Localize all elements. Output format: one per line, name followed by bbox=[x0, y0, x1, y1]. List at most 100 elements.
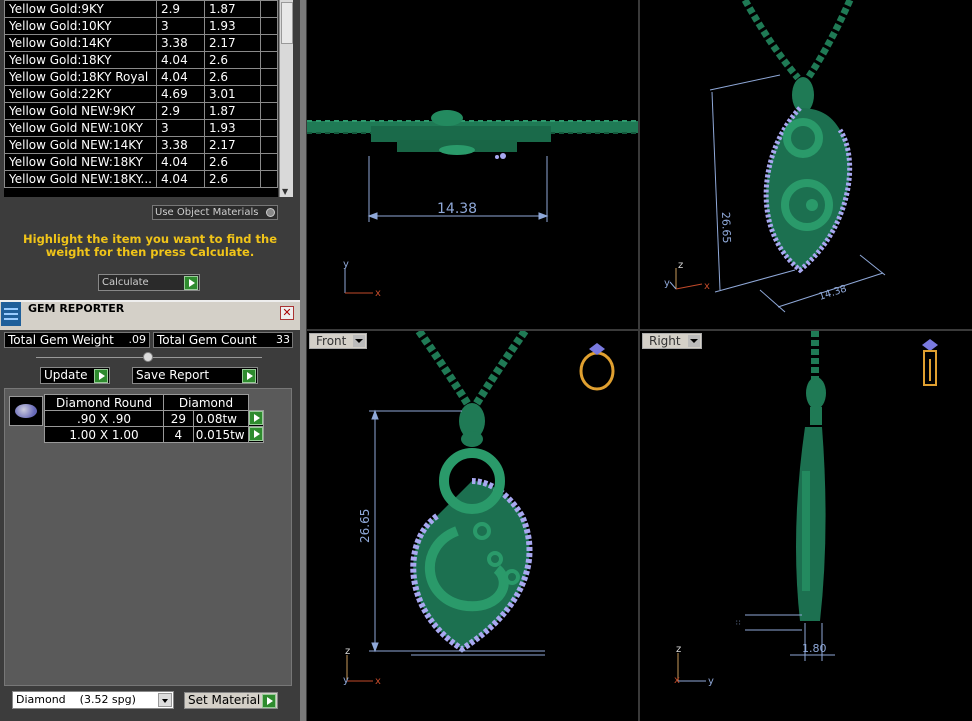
material-density: 4.04 bbox=[155, 170, 205, 188]
round-diamond-icon bbox=[9, 396, 43, 426]
viewport-right[interactable]: ∷ 1.80 z x y Right bbox=[640, 331, 972, 721]
material-name: Yellow Gold:9KY bbox=[4, 0, 157, 18]
axis-x-label: x bbox=[674, 675, 680, 686]
gem-weight: 0.015tw bbox=[192, 426, 250, 443]
top-width-dimension: 14.38 bbox=[437, 201, 477, 217]
total-gem-weight-value: .09 bbox=[116, 333, 148, 347]
right-view-canvas: ∷ 1.80 z x y bbox=[674, 331, 938, 687]
gem-material-select-value: Diamond (3.52 spg) bbox=[16, 693, 136, 706]
axis-z-label: z bbox=[678, 260, 683, 271]
material-spacer bbox=[259, 153, 278, 171]
save-report-button[interactable]: Save Report bbox=[132, 367, 258, 384]
viewport-top[interactable]: 14.38 y x bbox=[307, 0, 638, 329]
material-ratio: 1.87 bbox=[203, 102, 261, 120]
axis-x-label: x bbox=[375, 288, 381, 299]
gem-row-go-button[interactable] bbox=[248, 426, 264, 443]
axis-gizmo-xyz: z x y bbox=[664, 260, 710, 292]
set-material-label: Set Material bbox=[188, 693, 261, 707]
calculate-label: Calculate bbox=[102, 277, 149, 288]
material-row[interactable]: Yellow Gold NEW:18KY 4.04 2.6 bbox=[4, 153, 278, 171]
material-ratio: 1.93 bbox=[203, 17, 261, 35]
viewport-perspective[interactable]: 26.65 14.38 z x y bbox=[640, 0, 972, 329]
material-row[interactable]: Yellow Gold:18KY 4.04 2.6 bbox=[4, 51, 278, 69]
ring-orientation-icon bbox=[579, 343, 615, 391]
axis-y-label: y bbox=[708, 676, 714, 687]
close-icon[interactable]: ✕ bbox=[280, 306, 294, 320]
axis-gizmo-yz: z x y bbox=[674, 644, 714, 687]
material-density-table[interactable]: Yellow Gold:9KY 2.9 1.87 Yellow Gold:10KY 3 1… bbox=[4, 0, 278, 197]
chevron-down-icon[interactable] bbox=[353, 335, 366, 347]
material-ratio: 2.17 bbox=[203, 34, 261, 52]
material-name: Yellow Gold:14KY bbox=[4, 34, 157, 52]
persp-width-dimension: 14.38 bbox=[818, 284, 849, 303]
update-button[interactable]: Update bbox=[40, 367, 110, 384]
front-view-menu[interactable]: Front bbox=[309, 333, 368, 349]
right-small-dimension-mark: ∷ bbox=[736, 619, 740, 627]
persp-height-dimension: 26.65 bbox=[719, 212, 733, 244]
material-spacer bbox=[259, 170, 278, 188]
calculate-button[interactable]: Calculate bbox=[98, 274, 200, 291]
gem-row[interactable]: 1.00 X 1.00 4 0.015tw bbox=[44, 426, 264, 443]
material-spacer bbox=[259, 34, 278, 52]
material-ratio: 2.6 bbox=[203, 68, 261, 86]
material-density: 3.38 bbox=[155, 34, 205, 52]
material-spacer bbox=[259, 68, 278, 86]
material-row[interactable]: Yellow Gold NEW:18KY... 4.04 2.6 bbox=[4, 170, 278, 188]
material-row[interactable]: Yellow Gold:18KY Royal 4.04 2.6 bbox=[4, 68, 278, 86]
gem-reporter-title: GEM REPORTER bbox=[28, 302, 125, 315]
material-name: Yellow Gold:10KY bbox=[4, 17, 157, 35]
material-row[interactable]: Yellow Gold:14KY 3.38 2.17 bbox=[4, 34, 278, 52]
axis-y-label: y bbox=[343, 675, 349, 686]
material-density: 3 bbox=[155, 119, 205, 137]
scrollbar-thumb[interactable] bbox=[281, 2, 293, 44]
material-name: Yellow Gold NEW:10KY bbox=[4, 119, 157, 137]
gem-row[interactable]: .90 X .90 29 0.08tw bbox=[44, 410, 264, 427]
chevron-down-icon[interactable] bbox=[687, 335, 700, 347]
scroll-down-arrow-icon[interactable]: ▼ bbox=[282, 187, 288, 196]
material-density: 4.04 bbox=[155, 68, 205, 86]
material-ratio: 2.6 bbox=[203, 51, 261, 69]
save-report-label: Save Report bbox=[136, 368, 210, 382]
material-row[interactable]: Yellow Gold:22KY 4.69 3.01 bbox=[4, 85, 278, 103]
play-arrow-icon bbox=[249, 427, 263, 441]
total-gem-weight-label: Total Gem Weight bbox=[8, 333, 114, 347]
use-object-materials-option[interactable]: Use Object Materials bbox=[152, 205, 278, 220]
play-arrow-icon bbox=[262, 694, 276, 708]
material-ratio: 3.01 bbox=[203, 85, 261, 103]
material-name: Yellow Gold NEW:14KY bbox=[4, 136, 157, 154]
material-density: 4.04 bbox=[155, 51, 205, 69]
right-view-menu[interactable]: Right bbox=[642, 333, 702, 349]
material-name: Yellow Gold NEW:18KY bbox=[4, 153, 157, 171]
gem-material-select[interactable]: Diamond (3.52 spg) bbox=[12, 691, 174, 709]
material-row[interactable]: Yellow Gold:9KY 2.9 1.87 bbox=[4, 0, 278, 18]
play-arrow-icon bbox=[94, 369, 108, 383]
material-spacer bbox=[259, 85, 278, 103]
chevron-down-icon[interactable] bbox=[158, 693, 172, 707]
collapse-handle-icon[interactable] bbox=[143, 352, 153, 362]
pendant-right bbox=[796, 377, 826, 621]
pendant-perspective bbox=[763, 77, 853, 274]
play-arrow-icon bbox=[242, 369, 256, 383]
axis-gizmo-xz: z y x bbox=[343, 646, 381, 687]
set-material-button[interactable]: Set Material bbox=[184, 692, 278, 709]
material-row[interactable]: Yellow Gold NEW:10KY 3 1.93 bbox=[4, 119, 278, 137]
gem-row-go-button[interactable] bbox=[248, 410, 264, 427]
material-row[interactable]: Yellow Gold NEW:14KY 3.38 2.17 bbox=[4, 136, 278, 154]
material-density: 2.9 bbox=[155, 102, 205, 120]
material-density: 3.38 bbox=[155, 136, 205, 154]
material-density: 3 bbox=[155, 17, 205, 35]
material-spacer bbox=[259, 17, 278, 35]
material-row[interactable]: Yellow Gold NEW:9KY 2.9 1.87 bbox=[4, 102, 278, 120]
viewport-front[interactable]: 26.65 z y x Front bbox=[307, 331, 638, 721]
radio-icon[interactable] bbox=[266, 208, 275, 217]
total-gem-count-value: 33 bbox=[258, 333, 292, 347]
material-table-scrollbar[interactable]: ▼ bbox=[279, 0, 293, 197]
update-label: Update bbox=[44, 368, 88, 382]
panel-splitter[interactable] bbox=[300, 0, 306, 721]
chain-front bbox=[415, 331, 529, 409]
chain-perspective bbox=[741, 0, 854, 81]
weight-hint-text: Highlight the item you want to find the … bbox=[23, 232, 277, 259]
material-name: Yellow Gold:18KY bbox=[4, 51, 157, 69]
material-row[interactable]: Yellow Gold:10KY 3 1.93 bbox=[4, 17, 278, 35]
total-gem-count-label: Total Gem Count bbox=[157, 333, 257, 347]
